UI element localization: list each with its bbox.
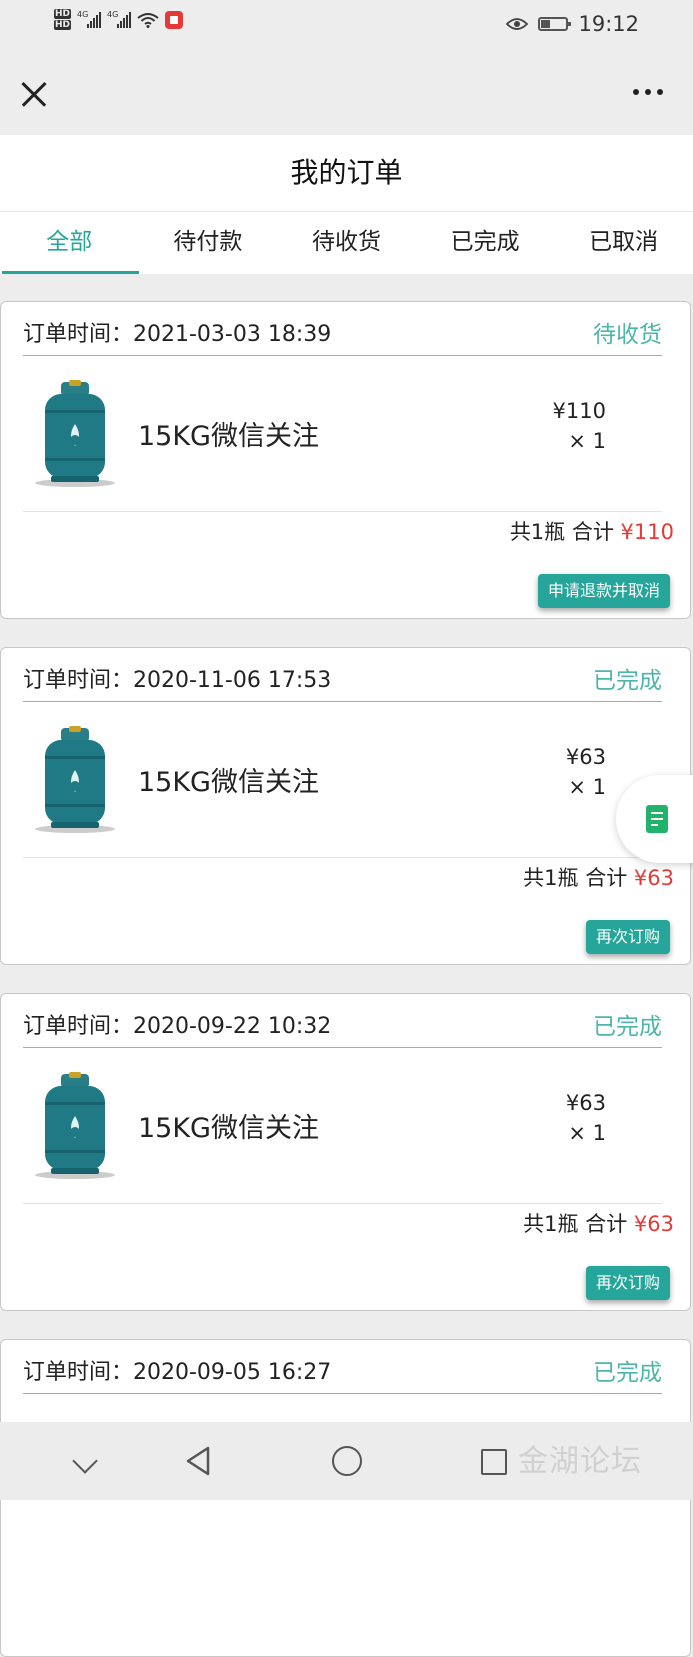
tab-cancelled[interactable]: 已取消 — [554, 212, 693, 274]
tab-pending-payment[interactable]: 待付款 — [139, 212, 278, 274]
product-quantity: × 1 — [568, 429, 606, 453]
divider — [23, 511, 662, 512]
order-tabs: 全部 待付款 待收货 已完成 已取消 — [0, 212, 693, 274]
order-status: 已完成 — [593, 1014, 662, 1040]
signal-4g-icon: 4G — [77, 10, 102, 28]
order-total-label: 共1瓶 合计 — [509, 520, 614, 544]
order-time: 订单时间：2020-11-06 17:53 — [23, 668, 332, 693]
status-icons-left: HD HD 4G 4G — [54, 8, 184, 31]
order-card: 订单时间：2021-03-03 18:39 待收货 15KG微信关注 ¥110 … — [0, 301, 691, 619]
order-total: 共1瓶 合计 ¥63 — [523, 1208, 674, 1238]
order-total-amount: ¥63 — [633, 866, 674, 890]
tab-all[interactable]: 全部 — [0, 212, 139, 274]
product-price: ¥63 — [565, 745, 606, 769]
gas-cylinder-image — [35, 726, 115, 833]
tab-pending-delivery[interactable]: 待收货 — [277, 212, 416, 274]
order-header: 订单时间：2020-09-22 10:32 已完成 — [23, 994, 662, 1048]
status-icons-right: 19:12 — [506, 12, 639, 36]
page-title: 我的订单 — [290, 156, 403, 189]
reorder-button[interactable]: 再次订购 — [585, 1266, 670, 1300]
order-total-label: 共1瓶 合计 — [523, 866, 628, 890]
order-card: 订单时间：2020-11-06 17:53 已完成 15KG微信关注 ¥63 ×… — [0, 647, 691, 965]
order-total-amount: ¥110 — [620, 520, 674, 544]
nav-bar — [0, 52, 693, 135]
tab-completed[interactable]: 已完成 — [416, 212, 555, 274]
product-name: 15KG微信关注 — [138, 421, 319, 452]
order-total: 共1瓶 合计 ¥110 — [510, 516, 674, 546]
divider — [23, 857, 662, 858]
status-time: 19:12 — [578, 12, 639, 36]
home-icon[interactable] — [332, 1446, 362, 1476]
notification-icon — [165, 10, 184, 29]
chevron-down-icon[interactable] — [72, 1448, 98, 1474]
gas-cylinder-image — [35, 1072, 115, 1179]
product-name: 15KG微信关注 — [138, 1113, 319, 1144]
order-total-amount: ¥63 — [633, 1212, 674, 1236]
divider — [23, 1203, 662, 1204]
order-total: 共1瓶 合计 ¥63 — [523, 862, 674, 892]
close-icon[interactable] — [18, 78, 50, 110]
signal-4g-icon: 4G — [107, 10, 132, 28]
order-time: 订单时间：2020-09-05 16:27 — [23, 1360, 332, 1385]
eye-icon — [506, 18, 529, 30]
battery-icon — [538, 17, 572, 31]
order-card: 订单时间：2020-09-22 10:32 已完成 15KG微信关注 ¥63 ×… — [0, 993, 691, 1311]
order-status: 已完成 — [593, 1360, 662, 1386]
order-header: 订单时间：2021-03-03 18:39 待收货 — [23, 302, 662, 356]
product-price: ¥63 — [565, 1091, 606, 1115]
document-icon — [646, 805, 668, 833]
order-header: 订单时间：2020-09-05 16:27 已完成 — [23, 1340, 662, 1394]
order-status: 已完成 — [593, 668, 662, 694]
order-time: 订单时间：2020-09-22 10:32 — [23, 1014, 332, 1039]
hd-icon: HD HD — [54, 9, 72, 30]
order-status: 待收货 — [593, 322, 662, 348]
back-icon[interactable] — [184, 1446, 212, 1476]
order-time: 订单时间：2021-03-03 18:39 — [23, 322, 332, 347]
order-total-label: 共1瓶 合计 — [523, 1212, 628, 1236]
gas-cylinder-image — [35, 380, 115, 487]
product-name: 15KG微信关注 — [138, 767, 319, 798]
product-price: ¥110 — [552, 399, 606, 423]
reorder-button[interactable]: 再次订购 — [585, 920, 670, 954]
recent-apps-icon[interactable] — [481, 1449, 507, 1475]
refund-cancel-button[interactable]: 申请退款并取消 — [537, 574, 670, 608]
wifi-icon — [137, 12, 159, 28]
watermark: 金湖论坛 — [518, 1444, 642, 1479]
status-bar: HD HD 4G 4G 19:12 — [0, 0, 693, 52]
order-header: 订单时间：2020-11-06 17:53 已完成 — [23, 648, 662, 702]
product-quantity: × 1 — [568, 1121, 606, 1145]
page-header: 我的订单 — [0, 135, 693, 212]
product-quantity: × 1 — [568, 775, 606, 799]
more-icon[interactable] — [633, 89, 663, 95]
